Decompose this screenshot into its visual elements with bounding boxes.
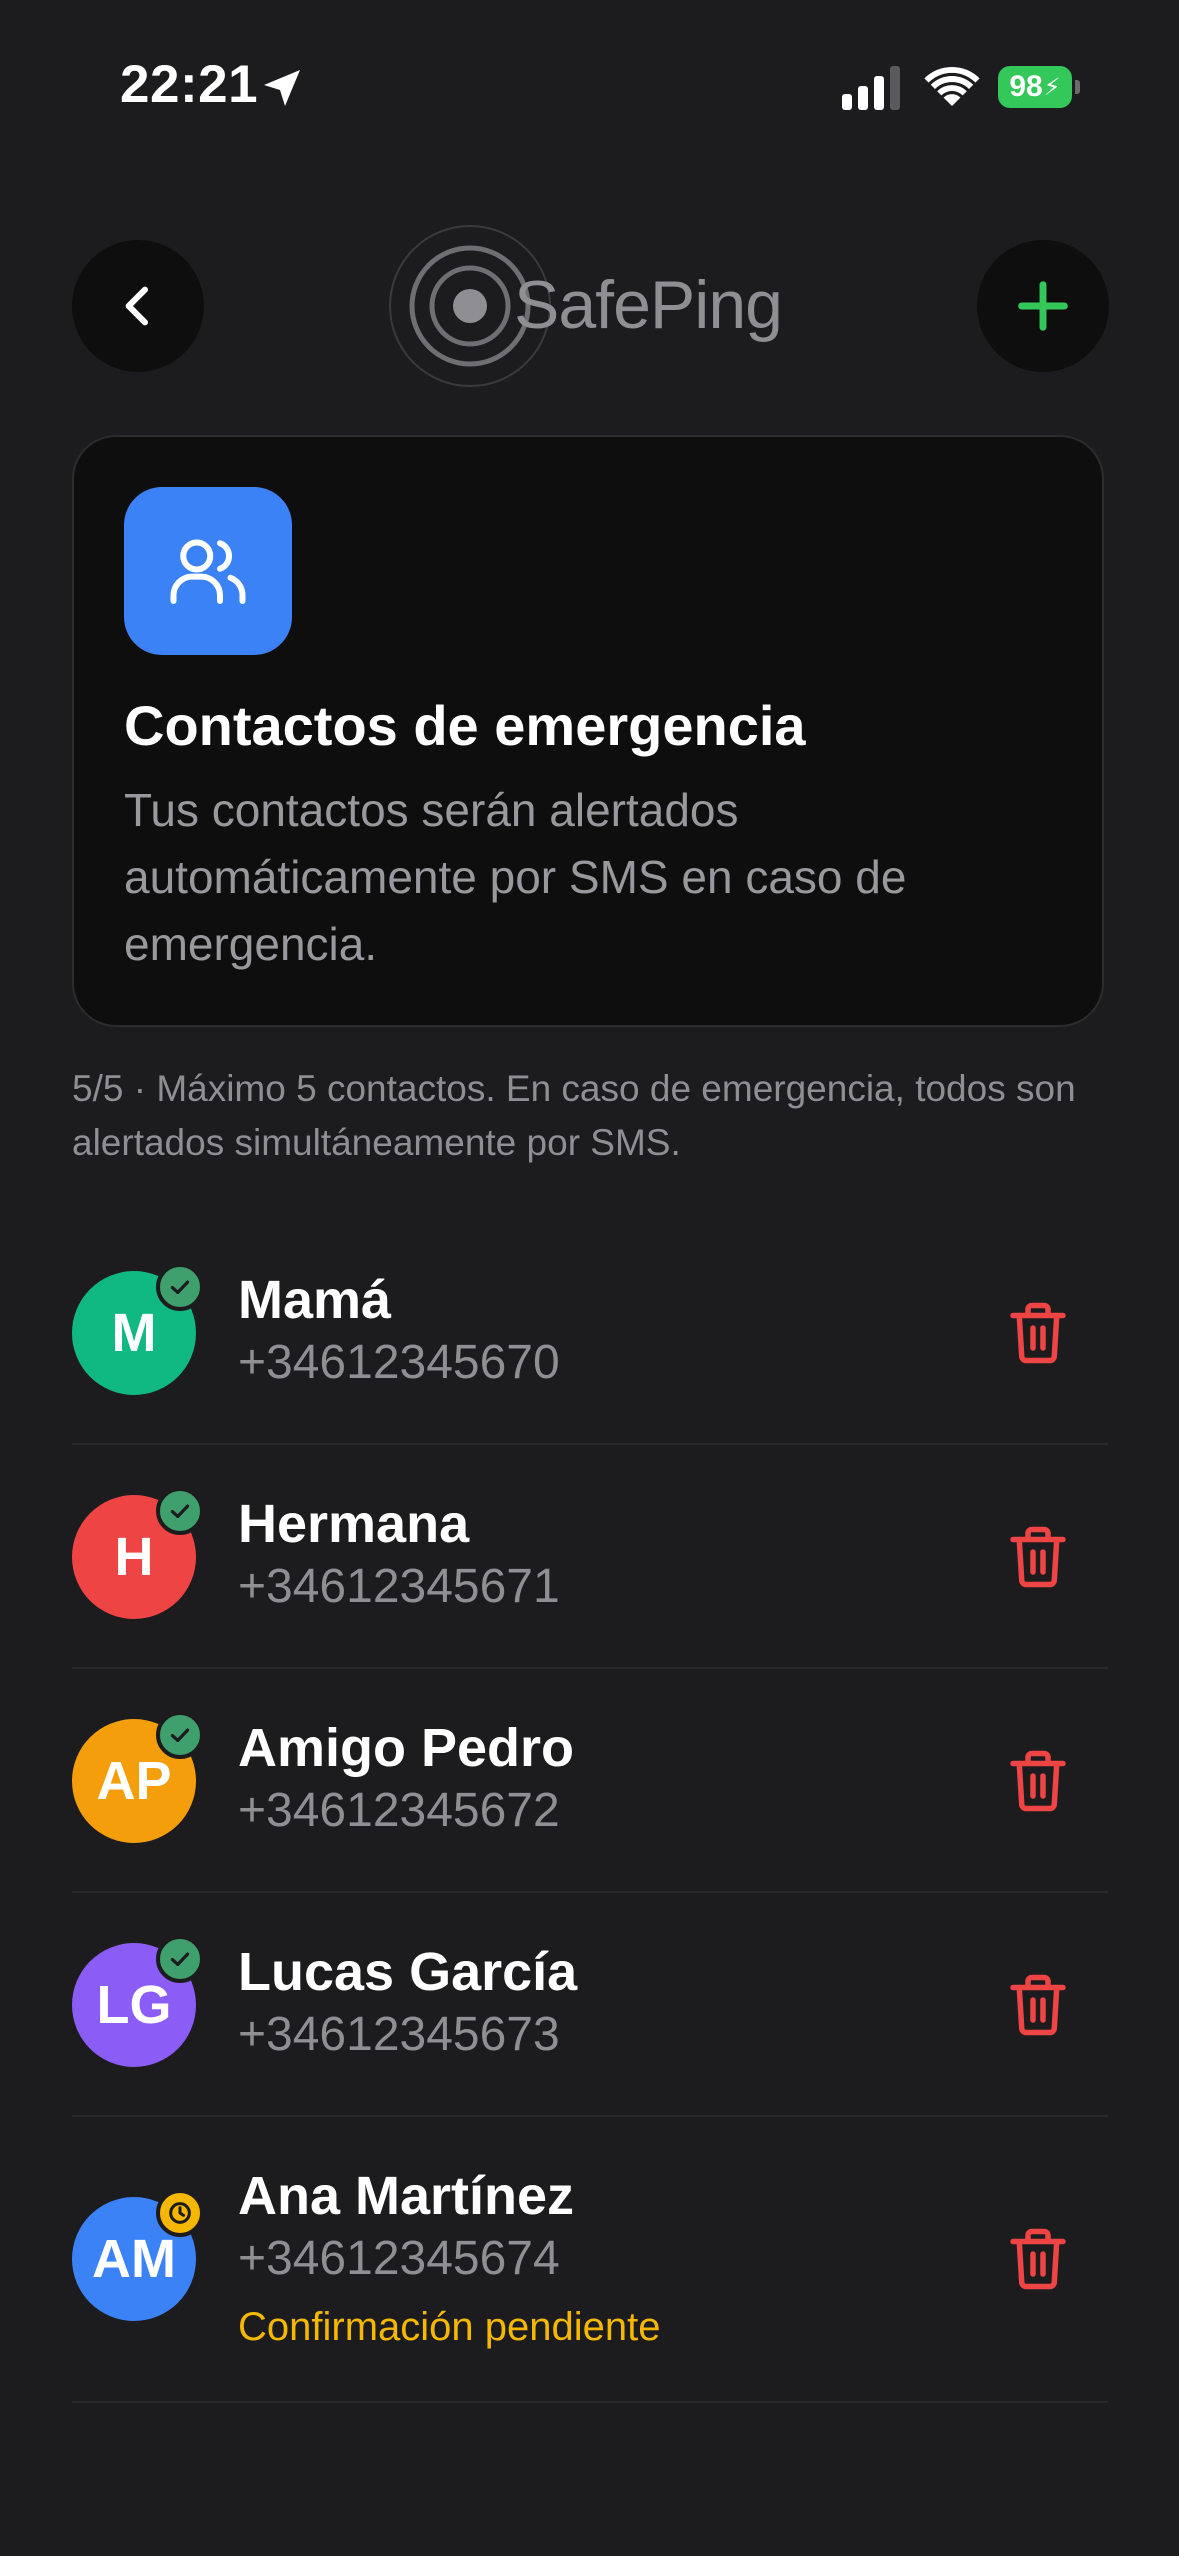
contact-row[interactable]: AP Amigo Pedro +34612345672 (72, 1669, 1108, 1893)
contact-row[interactable]: AM Ana Martínez +34612345674 Confirmació… (72, 2117, 1108, 2403)
add-contact-button[interactable] (977, 240, 1109, 372)
card-description: Tus contactos serán alertados automática… (124, 784, 907, 970)
avatar: M (72, 1263, 204, 1395)
contact-name: Ana Martínez (238, 2166, 575, 2226)
avatar-initials: LG (96, 1975, 172, 2035)
battery-indicator: 98 ⚡ (998, 66, 1080, 108)
confirmed-check-icon (156, 1711, 204, 1759)
contact-name: Mamá (238, 1270, 392, 1330)
avatar: H (72, 1487, 204, 1619)
contact-phone: +34612345670 (238, 1336, 560, 1389)
confirmed-check-icon (156, 1263, 204, 1311)
status-time: 22:21 (120, 55, 259, 114)
trash-icon (1010, 1974, 1066, 2036)
card-title: Contactos de emergencia (124, 694, 806, 757)
back-button[interactable] (72, 240, 204, 372)
contact-row[interactable]: M Mamá +34612345670 (72, 1221, 1108, 1445)
users-icon (170, 539, 246, 604)
trash-icon (1010, 2228, 1066, 2290)
contact-row[interactable]: LG Lucas García +34612345673 (72, 1893, 1108, 2117)
contact-phone: +34612345671 (238, 1560, 560, 1613)
status-bar: 22:21 98 ⚡ (0, 0, 1179, 175)
contact-phone: +34612345672 (238, 1784, 560, 1837)
confirmed-check-icon (156, 1487, 204, 1535)
avatar-initials: AM (92, 2229, 176, 2289)
emergency-info-card: Contactos de emergencia Tus contactos se… (72, 435, 1104, 1027)
contact-limit-note: 5/5 · Máximo 5 contactos. En caso de eme… (72, 1068, 1076, 1163)
wifi-icon (924, 66, 980, 106)
plus-icon (1018, 281, 1068, 331)
chevron-left-icon (125, 286, 149, 326)
contacts-icon-tile (124, 487, 292, 655)
delete-contact-button[interactable] (1002, 1969, 1074, 2041)
avatar-initials: M (111, 1303, 157, 1363)
delete-contact-button[interactable] (1002, 1297, 1074, 1369)
contact-name: Lucas García (238, 1942, 578, 2002)
charging-bolt-icon: ⚡ (1043, 73, 1061, 101)
contact-phone: +34612345673 (238, 2008, 560, 2061)
confirmed-check-icon (156, 1935, 204, 1983)
avatar-initials: AP (96, 1751, 172, 1811)
trash-icon (1010, 1302, 1066, 1364)
contact-name: Hermana (238, 1494, 470, 1554)
cellular-signal-icon (842, 66, 900, 110)
contact-phone: +34612345674 (238, 2232, 560, 2285)
trash-icon (1010, 1526, 1066, 1588)
battery-level: 98 (1009, 70, 1043, 103)
logo-text: SafePing (514, 267, 783, 343)
contact-row[interactable]: H Hermana +34612345671 (72, 1445, 1108, 1669)
avatar: LG (72, 1935, 204, 2067)
pending-confirmation-label: Confirmación pendiente (238, 2305, 661, 2349)
contact-list: M Mamá +34612345670 H Hermana +346123456… (72, 1221, 1108, 2403)
delete-contact-button[interactable] (1002, 1521, 1074, 1593)
avatar: AP (72, 1711, 204, 1843)
avatar: AM (72, 2189, 204, 2321)
pending-clock-icon (156, 2189, 204, 2237)
safeping-logo: SafePing (388, 224, 788, 389)
delete-contact-button[interactable] (1002, 2223, 1074, 2295)
location-arrow-icon (264, 70, 300, 106)
avatar-initials: H (114, 1527, 154, 1587)
trash-icon (1010, 1750, 1066, 1812)
contact-name: Amigo Pedro (238, 1718, 575, 1778)
delete-contact-button[interactable] (1002, 1745, 1074, 1817)
